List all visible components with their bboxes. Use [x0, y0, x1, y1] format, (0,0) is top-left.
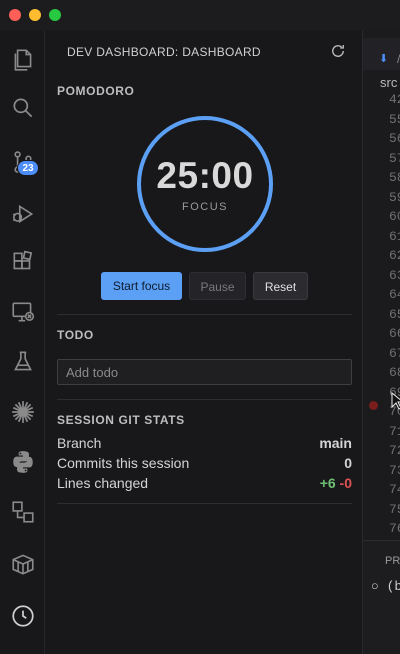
- extensions-button[interactable]: [0, 242, 45, 282]
- python-button[interactable]: [0, 442, 45, 482]
- lines-changed-label: Lines changed: [57, 475, 149, 491]
- remote-explorer-icon: [11, 302, 34, 322]
- add-todo-input[interactable]: [57, 359, 352, 385]
- remote-explorer-button[interactable]: [0, 292, 45, 332]
- line-number: 64: [389, 287, 400, 302]
- line-number: 72: [389, 443, 400, 458]
- run-debug-button[interactable]: [0, 194, 45, 234]
- minimize-window-button[interactable]: [29, 9, 41, 21]
- commits-value: 0: [344, 455, 352, 471]
- lines-changed-row: Lines changed +6 -0: [57, 475, 352, 495]
- bottom-panel: PR ○ (b: [363, 540, 400, 654]
- extensions-icon: [13, 250, 32, 270]
- line-number: 60: [389, 209, 400, 224]
- run-debug-icon: [12, 204, 33, 224]
- testing-button[interactable]: [0, 342, 45, 382]
- line-number: 61: [389, 228, 400, 244]
- line-number: 63: [389, 267, 400, 283]
- search-button[interactable]: [0, 88, 45, 128]
- panel-tab[interactable]: PR: [385, 555, 400, 567]
- section-divider: [57, 399, 352, 400]
- source-control-badge: 23: [17, 160, 39, 176]
- breadcrumb: src: [380, 75, 398, 90]
- package-icon: [11, 554, 34, 575]
- activity-bar: 23: [0, 30, 45, 654]
- panel-line: ○ (b: [371, 579, 400, 594]
- pipeline-button[interactable]: [0, 492, 45, 532]
- branch-label: Branch: [57, 435, 102, 451]
- sidebar-title: DEV DASHBOARD: DASHBOARD: [67, 45, 261, 59]
- branch-row: Branch main: [57, 435, 352, 455]
- lines-added: +6: [319, 475, 336, 491]
- pause-button[interactable]: Pause: [189, 272, 246, 300]
- line-number: 62: [389, 248, 400, 263]
- close-window-button[interactable]: [9, 9, 21, 21]
- zoom-window-button[interactable]: [49, 9, 61, 21]
- explorer-button[interactable]: [0, 40, 45, 80]
- line-number: 74: [389, 482, 400, 497]
- start-focus-button[interactable]: Start focus: [101, 272, 182, 300]
- files-icon: [14, 49, 31, 71]
- panel-line-text: (b: [386, 579, 400, 594]
- editor-area: ⬇ / src 42555657585960616263646566676869…: [362, 30, 400, 654]
- commits-row: Commits this session 0: [57, 455, 352, 475]
- file-type-icon: ⬇: [379, 53, 389, 65]
- line-number: 71: [389, 423, 400, 439]
- pomodoro-time: 25:00: [156, 155, 254, 196]
- line-number: 73: [389, 462, 400, 478]
- ai-chat-button[interactable]: [0, 392, 45, 432]
- sidebar-header: DEV DASHBOARD: DASHBOARD: [46, 30, 362, 74]
- search-icon: [12, 98, 32, 118]
- breakpoint-dot[interactable]: [369, 401, 378, 410]
- clock-icon: [11, 605, 34, 627]
- pomodoro-mode: FOCUS: [182, 201, 228, 213]
- line-number: 66: [389, 326, 400, 341]
- package-button[interactable]: [0, 544, 45, 584]
- todo-section-title: TODO: [57, 328, 94, 342]
- sparkle-icon: [11, 401, 34, 423]
- pipeline-icon: [11, 501, 34, 523]
- mouse-cursor-icon: [391, 392, 400, 410]
- line-number: 65: [389, 306, 400, 322]
- title-bar: [0, 0, 400, 30]
- pomodoro-section-title: POMODORO: [57, 84, 135, 98]
- git-stats-section-title: SESSION GIT STATS: [57, 413, 185, 427]
- line-number: 56: [389, 131, 400, 146]
- lines-changed-value: +6 -0: [320, 475, 352, 491]
- line-number: 57: [389, 150, 400, 166]
- line-number: 58: [389, 170, 400, 185]
- line-number: 59: [389, 189, 400, 205]
- line-number: 67: [389, 345, 400, 361]
- python-icon: [12, 451, 33, 473]
- editor-tab[interactable]: ⬇ /: [363, 38, 400, 70]
- line-number: 68: [389, 365, 400, 380]
- line-number: 76: [389, 521, 400, 536]
- refresh-icon[interactable]: [329, 42, 347, 60]
- section-divider: [57, 503, 352, 504]
- testing-icon: [13, 351, 32, 371]
- lines-removed: -0: [339, 475, 352, 491]
- reset-button[interactable]: Reset: [253, 272, 308, 300]
- line-number: 42: [389, 92, 400, 107]
- line-number: 75: [389, 501, 400, 517]
- branch-value: main: [319, 435, 352, 451]
- commits-label: Commits this session: [57, 455, 190, 471]
- line-number: 55: [389, 111, 400, 127]
- section-divider: [57, 314, 352, 315]
- dev-dashboard-sidebar: DEV DASHBOARD: DASHBOARD POMODORO 25:00 …: [46, 30, 362, 654]
- dev-dashboard-button[interactable]: [0, 596, 45, 636]
